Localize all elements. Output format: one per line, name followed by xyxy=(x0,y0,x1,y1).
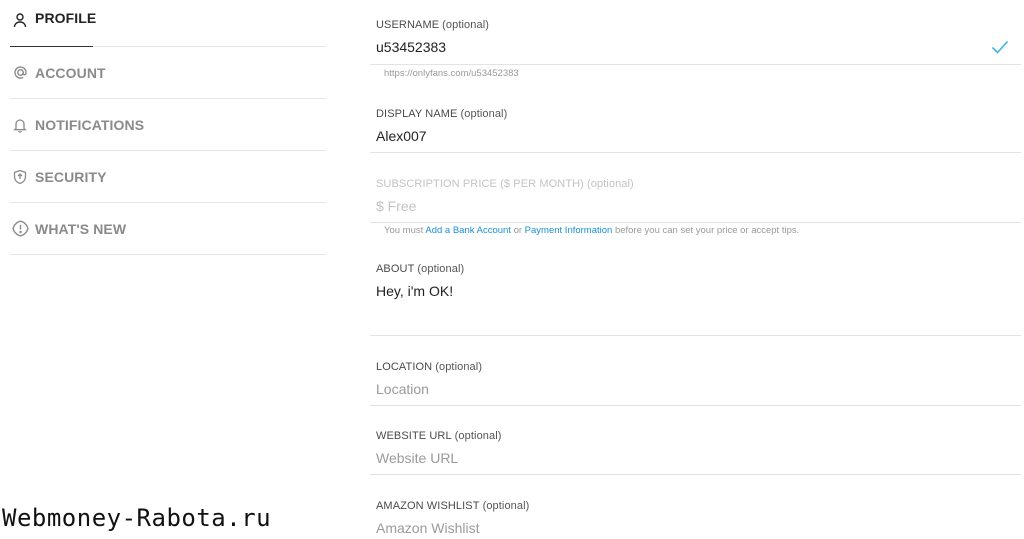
website-url-field[interactable]: WEBSITE URL (optional) Website URL xyxy=(370,406,1021,475)
bell-icon xyxy=(10,115,30,135)
sidebar-item-label: WHAT'S NEW xyxy=(35,220,127,237)
sidebar-item-account[interactable]: ACCOUNT xyxy=(10,47,326,99)
about-textarea[interactable]: Hey, i'm OK! xyxy=(376,283,1021,299)
location-label: LOCATION (optional) xyxy=(376,361,483,373)
sidebar-item-label: PROFILE xyxy=(35,10,97,26)
person-icon xyxy=(10,10,30,30)
sidebar-item-whats-new[interactable]: WHAT'S NEW xyxy=(10,203,326,255)
sidebar-item-label: NOTIFICATIONS xyxy=(35,116,145,133)
sidebar-item-label: ACCOUNT xyxy=(35,64,106,81)
about-field[interactable]: ABOUT (optional) Hey, i'm OK! xyxy=(370,249,1021,336)
watermark-text: Webmoney-Rabota.ru xyxy=(2,504,272,532)
username-input[interactable]: u53452383 xyxy=(376,39,1021,55)
about-label: ABOUT (optional) xyxy=(376,263,465,275)
payment-information-link[interactable]: Payment Information xyxy=(525,225,613,236)
subscription-price-field: SUBSCRIPTION PRICE ($ PER MONTH) (optiona… xyxy=(370,153,1021,223)
username-label: USERNAME (optional) xyxy=(376,19,490,31)
display-name-field[interactable]: DISPLAY NAME (optional) Alex007 xyxy=(370,100,1021,153)
username-field[interactable]: USERNAME (optional) u53452383 xyxy=(370,0,1021,65)
display-name-label: DISPLAY NAME (optional) xyxy=(376,108,508,120)
location-input[interactable]: Location xyxy=(376,381,1021,397)
add-bank-account-link[interactable]: Add a Bank Account xyxy=(425,225,511,236)
sidebar-item-security[interactable]: SECURITY xyxy=(10,151,326,203)
at-icon xyxy=(10,63,30,83)
amazon-wishlist-label: AMAZON WISHLIST (optional) xyxy=(376,500,530,512)
subscription-hint: You must Add a Bank Account or Payment I… xyxy=(384,225,800,236)
profile-url-hint: https://onlyfans.com/u53452383 xyxy=(384,68,519,79)
subscription-price-label: SUBSCRIPTION PRICE ($ PER MONTH) (optiona… xyxy=(376,178,634,190)
alert-icon xyxy=(10,219,30,239)
settings-sidebar: PROFILE ACCOUNT NOTIFICATIONS SECURITY W… xyxy=(10,0,326,255)
location-field[interactable]: LOCATION (optional) Location xyxy=(370,336,1021,406)
check-icon xyxy=(991,40,1009,59)
sidebar-item-label: SECURITY xyxy=(35,168,107,185)
amazon-wishlist-field[interactable]: AMAZON WISHLIST (optional) Amazon Wishlis… xyxy=(370,475,1021,539)
sidebar-item-notifications[interactable]: NOTIFICATIONS xyxy=(10,99,326,151)
sidebar-item-profile[interactable]: PROFILE xyxy=(10,0,326,47)
shield-icon xyxy=(10,167,30,187)
amazon-wishlist-input[interactable]: Amazon Wishlist xyxy=(376,520,1021,536)
display-name-input[interactable]: Alex007 xyxy=(376,128,1021,144)
website-url-input[interactable]: Website URL xyxy=(376,450,1021,466)
profile-form: USERNAME (optional) u53452383 https://onl… xyxy=(370,0,1021,539)
subscription-price-input: $ Free xyxy=(376,198,417,214)
website-url-label: WEBSITE URL (optional) xyxy=(376,430,502,442)
